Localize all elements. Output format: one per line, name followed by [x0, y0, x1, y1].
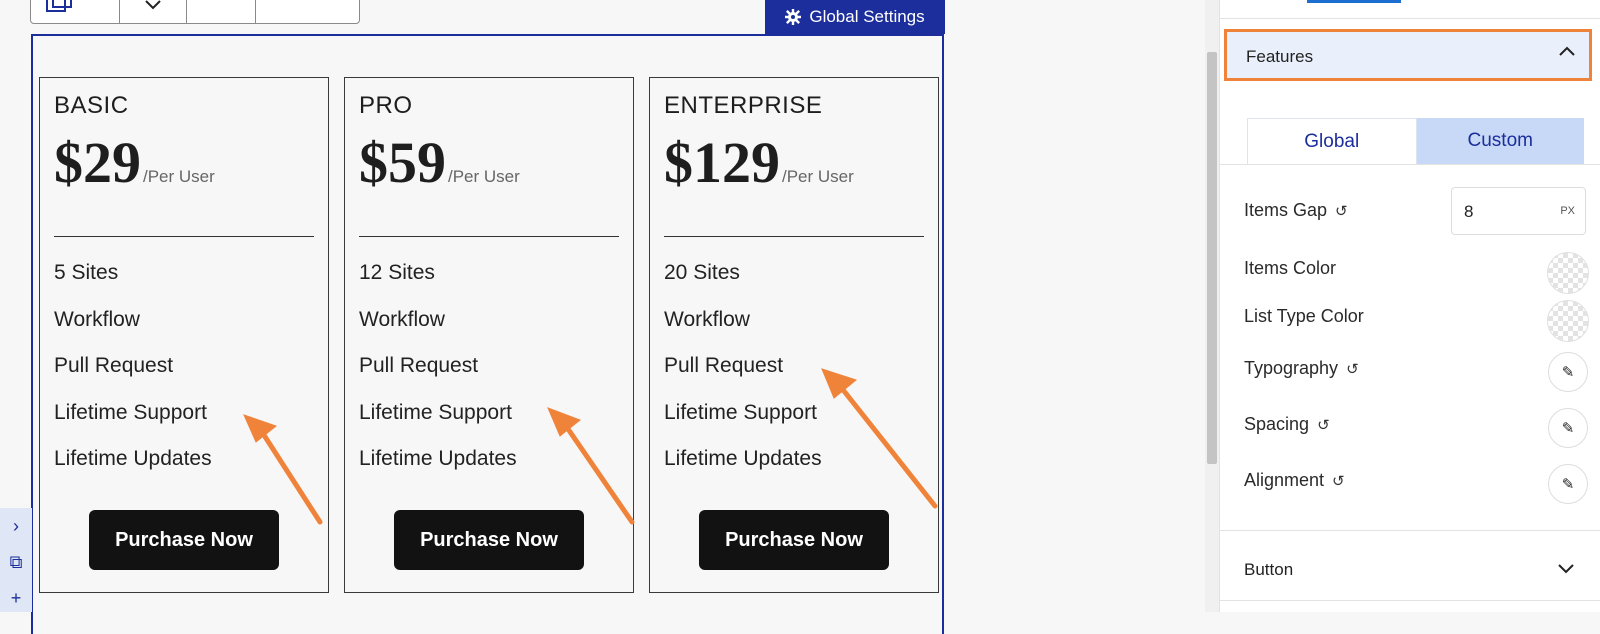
plan-price: $59	[359, 130, 446, 195]
price-row: $29 /Per User	[54, 134, 215, 192]
expand-chevron-icon[interactable]: ›	[0, 516, 32, 537]
chevron-up-icon	[1559, 46, 1575, 56]
move-button[interactable]	[120, 0, 187, 23]
purchase-now-button[interactable]: Purchase Now	[394, 510, 584, 570]
tab-custom[interactable]: Custom	[1416, 118, 1584, 164]
pricing-card-enterprise[interactable]: ENTERPRISE $129 /Per User 20 Sites Workf…	[649, 77, 939, 593]
feature-item: Lifetime Support	[359, 400, 512, 424]
unit-label[interactable]: PX	[1560, 205, 1575, 217]
chevron-down-icon	[145, 0, 161, 10]
feature-item: Lifetime Support	[54, 400, 207, 424]
reset-icon[interactable]: ↺	[1346, 360, 1359, 378]
price-row: $59 /Per User	[359, 134, 520, 192]
purchase-now-button[interactable]: Purchase Now	[699, 510, 889, 570]
divider	[1220, 164, 1600, 165]
reset-icon[interactable]: ↺	[1335, 202, 1348, 220]
divider	[1220, 600, 1600, 601]
list-type-color-row: List Type Color	[1244, 306, 1364, 327]
feature-item: Workflow	[54, 307, 140, 331]
tab-global[interactable]: Global	[1247, 118, 1417, 164]
global-settings-label: Global Settings	[809, 7, 925, 26]
divider	[1220, 18, 1600, 19]
feature-item: Lifetime Updates	[664, 447, 822, 470]
items-color-label: Items Color	[1244, 258, 1337, 278]
settings-panel: Features Global Custom Items Gap ↺ 8 PX …	[1219, 0, 1600, 612]
block-icon	[46, 0, 72, 12]
items-gap-input[interactable]: 8 PX	[1451, 187, 1586, 235]
copy-icon[interactable]: ⧉	[0, 552, 32, 573]
feature-item: Lifetime Support	[664, 400, 817, 424]
divider	[359, 236, 619, 237]
edit-typography-button[interactable]: ✎	[1548, 352, 1588, 392]
pricing-card-pro[interactable]: PRO $59 /Per User 12 Sites Workflow Pull…	[344, 77, 634, 593]
per-user-label: /Per User	[143, 167, 215, 186]
add-icon[interactable]: +	[0, 588, 32, 609]
chevron-down-icon[interactable]	[1556, 558, 1576, 578]
feature-item: Pull Request	[359, 354, 479, 377]
reset-icon[interactable]: ↺	[1332, 472, 1345, 490]
feature-item: 12 Sites	[359, 261, 435, 284]
alignment-row: Alignment ↺	[1244, 470, 1345, 491]
typography-row: Typography ↺	[1244, 358, 1359, 379]
pencil-icon: ✎	[1561, 476, 1575, 493]
spacing-row: Spacing ↺	[1244, 414, 1330, 435]
global-settings-button[interactable]: Global Settings	[765, 0, 945, 34]
pencil-icon: ✎	[1561, 420, 1575, 437]
list-type-color-label: List Type Color	[1244, 306, 1364, 326]
feature-list: 5 Sites Workflow Pull Request Lifetime S…	[54, 258, 212, 491]
plan-name: ENTERPRISE	[664, 92, 823, 119]
align-icon	[187, 0, 255, 23]
feature-item: Pull Request	[54, 354, 174, 377]
divider	[1220, 530, 1600, 531]
features-section-label: Features	[1246, 47, 1314, 66]
align-button[interactable]	[187, 0, 256, 23]
typography-label: Typography	[1244, 358, 1339, 378]
scrollbar-thumb[interactable]	[1207, 52, 1217, 464]
alignment-label: Alignment	[1244, 470, 1325, 490]
plan-price: $129	[664, 130, 780, 195]
edit-alignment-button[interactable]: ✎	[1548, 464, 1588, 504]
items-gap-value: 8	[1464, 202, 1474, 221]
feature-item: 5 Sites	[54, 261, 119, 284]
block-toolbar	[30, 0, 360, 24]
divider	[54, 236, 314, 237]
price-row: $129 /Per User	[664, 134, 854, 192]
plan-name: PRO	[359, 92, 413, 119]
feature-item: 20 Sites	[664, 261, 740, 284]
plan-name: BASIC	[54, 92, 129, 119]
block-type-button[interactable]	[31, 0, 120, 23]
per-user-label: /Per User	[782, 167, 854, 186]
divider	[664, 236, 924, 237]
more-options-button[interactable]	[256, 0, 359, 23]
items-color-row: Items Color	[1244, 258, 1336, 279]
button-section-header[interactable]: Button	[1244, 560, 1293, 580]
left-rail: › ⧉ +	[0, 508, 32, 612]
active-tab-indicator	[1307, 0, 1401, 3]
feature-item: Lifetime Updates	[359, 447, 517, 470]
features-section-header[interactable]: Features	[1224, 29, 1592, 81]
list-type-color-swatch[interactable]	[1547, 300, 1589, 342]
reset-icon[interactable]: ↺	[1317, 416, 1330, 434]
gear-icon	[785, 9, 802, 25]
pricing-card-basic[interactable]: BASIC $29 /Per User 5 Sites Workflow Pul…	[39, 77, 329, 593]
items-color-swatch[interactable]	[1547, 252, 1589, 294]
purchase-now-button[interactable]: Purchase Now	[89, 510, 279, 570]
items-gap-row: Items Gap ↺	[1244, 200, 1348, 221]
feature-list: 12 Sites Workflow Pull Request Lifetime …	[359, 258, 517, 491]
feature-item: Lifetime Updates	[54, 447, 212, 470]
spacing-label: Spacing	[1244, 414, 1310, 434]
feature-item: Workflow	[664, 307, 750, 331]
plan-price: $29	[54, 130, 141, 195]
feature-item: Workflow	[359, 307, 445, 331]
pencil-icon: ✎	[1561, 364, 1575, 381]
edit-spacing-button[interactable]: ✎	[1548, 408, 1588, 448]
per-user-label: /Per User	[448, 167, 520, 186]
editor-canvas: Global Settings BASIC $29 /Per User 5 Si…	[0, 0, 1180, 634]
feature-item: Pull Request	[664, 354, 784, 377]
items-gap-label: Items Gap	[1244, 200, 1328, 220]
global-custom-tabs: Global Custom	[1247, 118, 1584, 164]
feature-list: 20 Sites Workflow Pull Request Lifetime …	[664, 258, 822, 491]
